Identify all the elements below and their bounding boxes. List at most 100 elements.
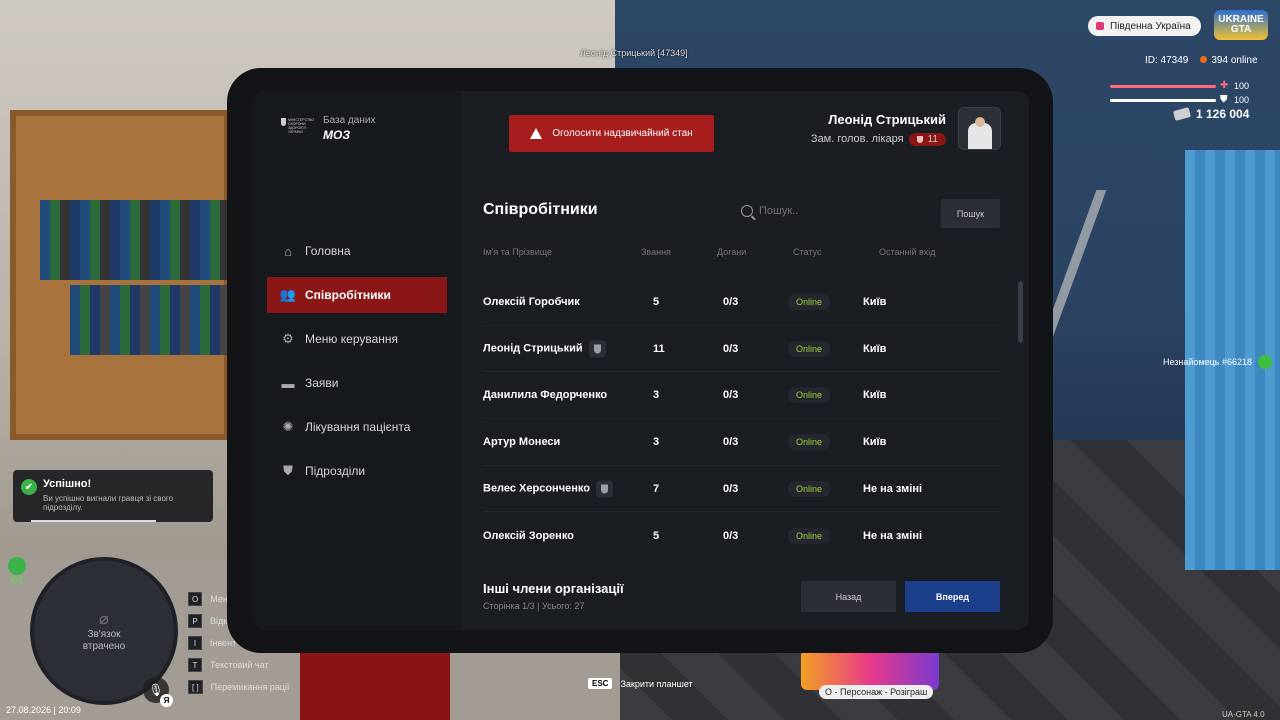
microphone-button[interactable]: 🎙 Я: [143, 677, 173, 707]
column-header-reprimands: Догани: [717, 247, 747, 257]
mic-key-badge: Я: [160, 694, 173, 707]
users-icon: 👥: [279, 287, 297, 302]
money-icon: [1172, 107, 1192, 121]
rank-shield-icon: [916, 135, 923, 143]
keybind-row: [ ] Перемикання рації: [188, 676, 290, 698]
promo-banner[interactable]: [801, 650, 939, 690]
column-header-status: Статус: [793, 247, 822, 257]
trident-icon: [281, 117, 286, 126]
employee-last-login: Київ: [863, 389, 887, 402]
ministry-emblem: МІНІСТЕРСТВО ОХОРОНИ ЗДОРОВ'Я УКРАЇНИ: [281, 117, 314, 140]
employee-name: Леонід Стрицький: [483, 340, 606, 358]
shield-icon: ⛊: [283, 463, 293, 478]
close-tablet-label: Закрити планшет: [620, 678, 693, 689]
search-button[interactable]: Пошук: [941, 199, 1000, 228]
nearby-player-name: Незнайомець #66218: [1163, 357, 1253, 367]
toast-title: Успішно!: [43, 478, 92, 490]
back-button[interactable]: Назад: [801, 581, 896, 612]
gear-icon: ⚙: [282, 331, 294, 346]
virus-icon: ✺: [282, 419, 294, 434]
money-display: 1 126 004: [1172, 107, 1250, 121]
leader-shield-icon: [588, 340, 606, 358]
user-role-line: Зам. голов. лікаря 11: [810, 132, 946, 146]
datetime: 27.08.2026 | 20:09: [6, 705, 81, 715]
promo-label: O - Персонаж - Розіграш: [819, 685, 934, 699]
sidebar-item-applications[interactable]: ▬ Заяви: [267, 365, 447, 401]
page-title: Співробітники: [483, 201, 598, 218]
employee-last-login: Київ: [863, 295, 887, 308]
no-signal-icon: ⌀: [99, 611, 109, 628]
table-scrollbar[interactable]: [1018, 281, 1023, 343]
org-header: МІНІСТЕРСТВО ОХОРОНИ ЗДОРОВ'Я УКРАЇНИ Ба…: [281, 115, 375, 142]
sidebar-item-control-menu[interactable]: ⚙ Меню керування: [267, 321, 447, 357]
online-count: 394 online: [1200, 55, 1258, 66]
employee-reprimands: 0/3: [723, 389, 739, 402]
employee-name: Велес Херсонченко: [483, 480, 613, 498]
table-row[interactable]: Велес Херсонченко 7 0/3 Online Не на змі…: [483, 466, 1001, 513]
home-icon: ⌂: [284, 243, 292, 259]
employee-name: Олексій Горобчик: [483, 295, 580, 308]
user-card: Леонід Стрицький Зам. голов. лікаря 11: [811, 107, 1001, 150]
health-icon: ✚: [1220, 80, 1229, 91]
employee-rank: 5: [653, 529, 660, 542]
employee-last-login: Київ: [863, 435, 887, 448]
folder-icon: ▬: [281, 375, 295, 391]
sidebar-item-employees[interactable]: 👥 Співробітники: [267, 277, 447, 313]
employee-rank: 3: [653, 435, 660, 448]
search-field[interactable]: [741, 199, 931, 223]
server-name: Південна Україна: [1110, 20, 1191, 32]
org-name: МОЗ: [323, 128, 351, 142]
table-row[interactable]: Данилила Федорченко 3 0/3 Online Київ: [483, 372, 1001, 420]
status-badge: Online: [788, 433, 831, 450]
server-icon: [1096, 22, 1104, 30]
emergency-button-label: Оголосити надзвичайний стан: [552, 128, 693, 139]
sidebar-item-divisions[interactable]: ⛊ Підрозділи: [267, 453, 447, 489]
toast-text: Ви успішно вигнали гравця зі свого підро…: [43, 494, 174, 512]
avatar: [958, 107, 1001, 150]
keybind-row: T Текстовий чат: [188, 654, 290, 676]
tablet: Співробітники Пошук Ім'я та Прізвище Зва…: [227, 68, 1053, 653]
toast-progress: [31, 520, 156, 522]
greenzone-label: GZ: [10, 575, 24, 585]
table-row[interactable]: Олексій Горобчик 5 0/3 Online Київ: [483, 279, 1001, 326]
greenzone-indicator: GZ: [8, 557, 26, 585]
employee-reprimands: 0/3: [723, 435, 739, 448]
page-indicator: Сторінка 1/3 | Усього: 27: [483, 601, 585, 611]
status-badge: Online: [788, 293, 831, 310]
user-role: Зам. голов. лікаря: [810, 133, 904, 145]
esc-key: ESC: [588, 678, 613, 689]
status-badge: Online: [788, 387, 831, 404]
emergency-button[interactable]: Оголосити надзвичайний стан: [509, 115, 714, 152]
employee-last-login: Не на зміні: [863, 529, 923, 542]
tablet-screen: Співробітники Пошук Ім'я та Прізвище Зва…: [253, 91, 1029, 630]
leader-shield-icon: [595, 480, 613, 498]
armor-bar: [1110, 99, 1216, 102]
player-id: ID: 47349: [1145, 55, 1189, 66]
employee-reprimands: 0/3: [723, 482, 739, 495]
online-dot-icon: [1200, 56, 1208, 63]
player-nametag: Леонід Стрицький [47349]: [580, 48, 688, 58]
sidebar-item-home[interactable]: ⌂ Головна: [267, 233, 447, 269]
employee-rank: 7: [653, 482, 660, 495]
health-bar: [1110, 85, 1216, 88]
table-row[interactable]: Артур Монеси 3 0/3 Online Київ: [483, 419, 1001, 466]
sidebar-item-patient-treatment[interactable]: ✺ Лікування пацієнта: [267, 409, 447, 445]
table-row[interactable]: Леонід Стрицький 11 0/3 Online Київ: [483, 326, 1001, 373]
next-button[interactable]: Вперед: [905, 581, 1000, 612]
employee-name: Данилила Федорченко: [483, 389, 608, 402]
table-row[interactable]: Олексій Зоренко 5 0/3 Online Не на зміні: [483, 512, 1001, 559]
search-input[interactable]: [759, 205, 919, 217]
employee-reprimands: 0/3: [723, 295, 739, 308]
close-tablet-hint: ESC Закрити планшет: [588, 678, 693, 689]
warning-icon: [530, 128, 543, 139]
employee-rank: 11: [653, 342, 665, 355]
sidebar-nav: ⌂ Головна 👥 Співробітники ⚙ Меню керуван…: [267, 233, 447, 497]
employee-last-login: Не на зміні: [863, 482, 923, 495]
user-name: Леонід Стрицький: [828, 111, 946, 127]
employee-reprimands: 0/3: [723, 342, 739, 355]
health-value: 100: [1234, 81, 1250, 91]
employee-name: Олексій Зоренко: [483, 529, 574, 542]
game-logo: UKRAINE GTA: [1214, 10, 1268, 40]
other-members-title: Інші члени організації: [483, 581, 624, 596]
money-value: 1 126 004: [1196, 107, 1250, 121]
